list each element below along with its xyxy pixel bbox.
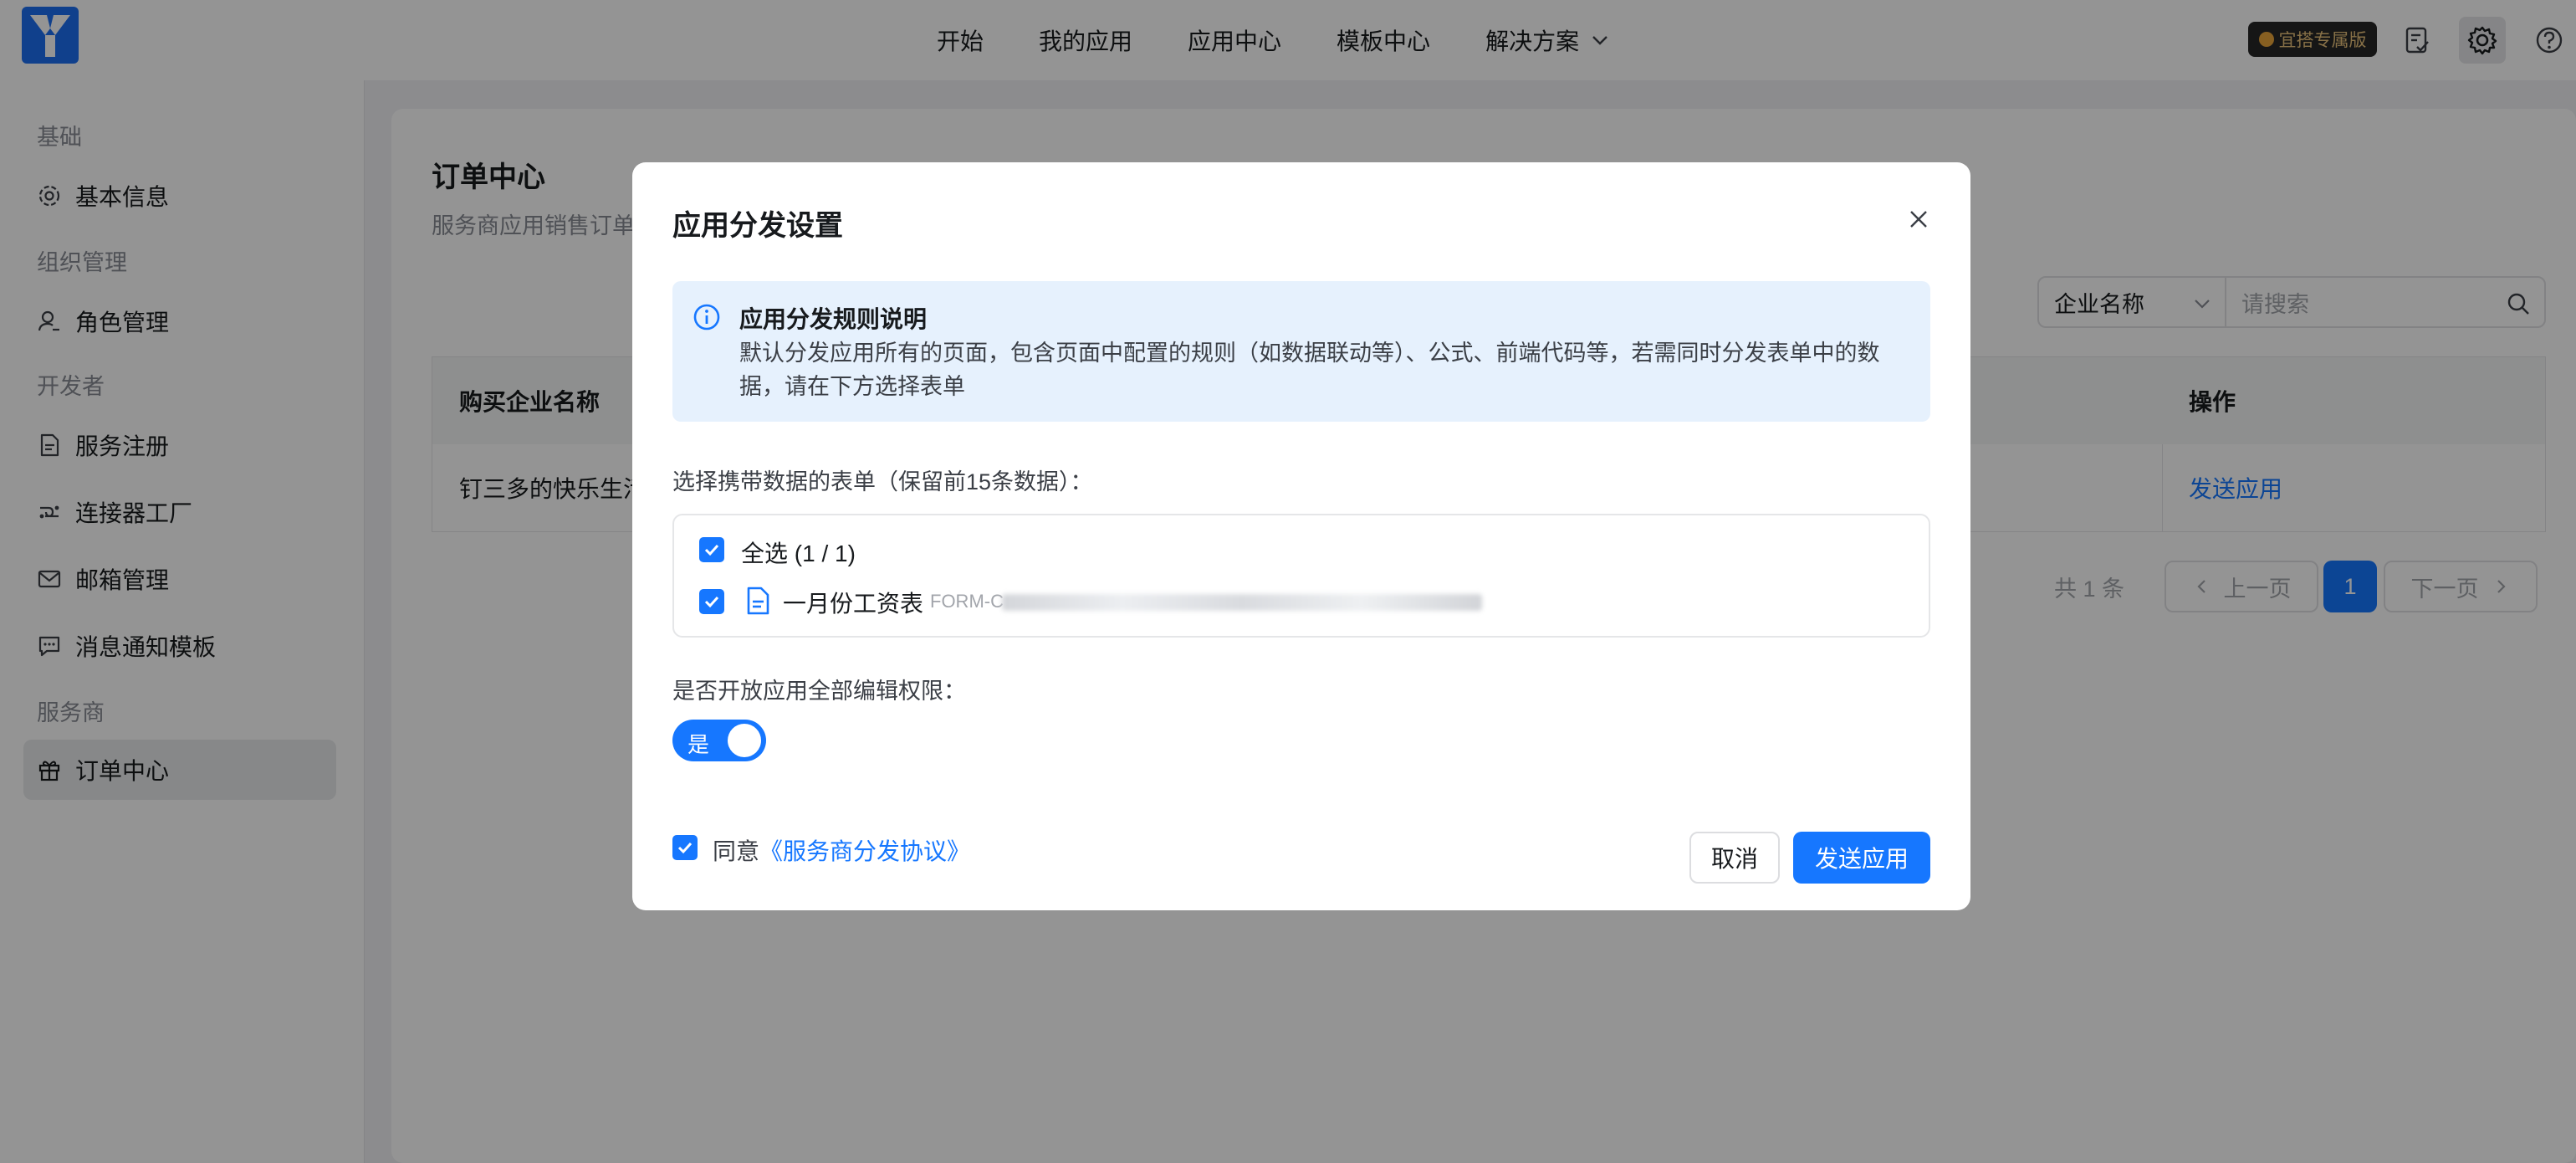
app-distribution-modal: 应用分发设置 应用分发规则说明 默认分发应用所有的页面，包含页面中配置的规则（如… xyxy=(632,162,1970,910)
redacted-form-id xyxy=(1002,594,1482,611)
cancel-button[interactable]: 取消 xyxy=(1689,832,1780,884)
info-icon xyxy=(693,304,720,330)
agreement-link[interactable]: 《服务商分发协议》 xyxy=(759,838,970,864)
edit-permission-toggle[interactable]: 是 xyxy=(672,720,766,761)
checkmark-icon xyxy=(704,596,719,608)
toggle-label: 是 xyxy=(687,732,710,757)
close-icon[interactable] xyxy=(1904,204,1934,234)
form-code: FORM-C xyxy=(930,591,1004,612)
select-all-label: 全选 (1 / 1) xyxy=(741,541,856,566)
form-document-icon xyxy=(747,587,769,615)
form-select-label: 选择携带数据的表单（保留前15条数据）： xyxy=(672,469,1093,494)
notice-body: 默认分发应用所有的页面，包含页面中配置的规则（如数据联动等）、公式、前端代码等，… xyxy=(739,341,1880,399)
form-name: 一月份工资表 xyxy=(783,591,924,617)
select-all-checkbox[interactable] xyxy=(699,537,724,562)
form-select-list: 全选 (1 / 1) 一月份工资表 FORM-C xyxy=(672,514,1930,638)
form-checkbox[interactable] xyxy=(699,589,724,614)
modal-title: 应用分发设置 xyxy=(672,210,843,242)
notice-title: 应用分发规则说明 xyxy=(739,306,928,332)
agree-prefix: 同意 xyxy=(713,838,760,864)
agree-text: 同意《服务商分发协议》 xyxy=(713,833,970,867)
distribution-rules-notice: 应用分发规则说明 默认分发应用所有的页面，包含页面中配置的规则（如数据联动等）、… xyxy=(672,281,1930,422)
send-app-button[interactable]: 发送应用 xyxy=(1793,832,1930,884)
checkmark-icon xyxy=(704,544,719,556)
toggle-knob xyxy=(728,724,761,757)
agree-checkbox[interactable] xyxy=(672,835,698,860)
checkmark-icon xyxy=(677,842,693,854)
edit-permission-label: 是否开放应用全部编辑权限： xyxy=(672,679,966,704)
